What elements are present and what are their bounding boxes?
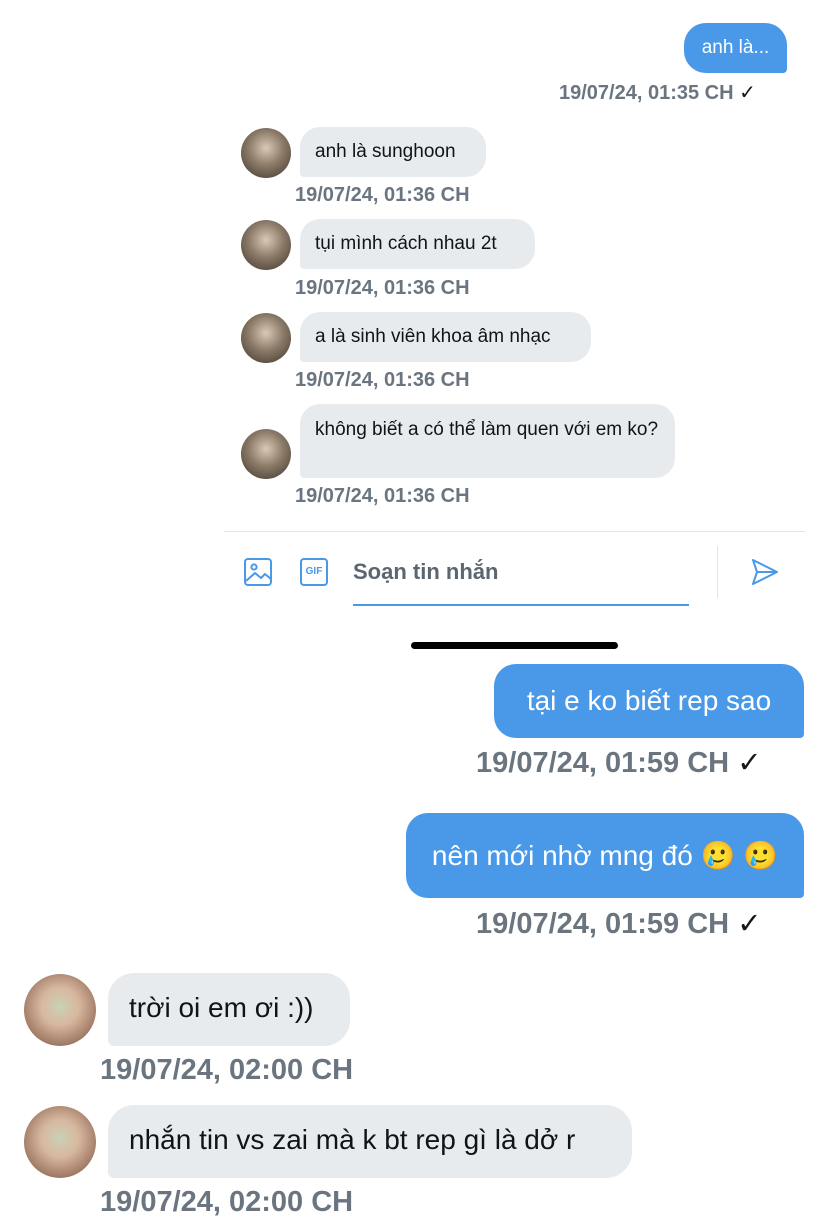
message-timestamp: 19/07/24, 01:36 CH xyxy=(295,277,470,299)
avatar[interactable] xyxy=(241,313,291,363)
message-timestamp: 19/07/24, 01:59 CH ✓ xyxy=(476,747,762,779)
incoming-message-bubble[interactable]: a là sinh viên khoa âm nhạc xyxy=(300,312,591,362)
message-text: nhắn tin vs zai mà k bt rep gì là dở r xyxy=(129,1124,576,1155)
read-check-icon: ✓ xyxy=(737,908,762,940)
gif-icon[interactable]: GIF xyxy=(299,557,329,587)
avatar[interactable] xyxy=(24,974,96,1046)
message-timestamp: 19/07/24, 02:00 CH xyxy=(100,1054,354,1086)
message-text: không biết a có thể làm quen với em ko? xyxy=(315,419,659,440)
composer-separator xyxy=(717,546,718,598)
message-text: tụi mình cách nhau 2t xyxy=(315,233,497,254)
incoming-message-bubble[interactable]: không biết a có thể làm quen với em ko? xyxy=(300,404,675,478)
message-text: anh là sunghoon xyxy=(315,141,456,162)
message-timestamp: 19/07/24, 01:35 CH ✓ xyxy=(559,82,756,104)
avatar[interactable] xyxy=(241,429,291,479)
avatar[interactable] xyxy=(241,220,291,270)
incoming-message-bubble[interactable]: anh là sunghoon xyxy=(300,127,486,177)
outgoing-message-bubble[interactable]: tại e ko biết rep sao xyxy=(494,664,804,738)
message-timestamp: 19/07/24, 01:36 CH xyxy=(295,369,470,391)
outgoing-message-bubble[interactable]: nên mới nhờ mng đó 🥲 🥲 xyxy=(406,813,804,898)
outgoing-message-bubble[interactable]: anh là... xyxy=(684,23,787,73)
home-indicator xyxy=(411,642,618,649)
composer-divider xyxy=(224,531,805,532)
message-text: trời oi em ơi :)) xyxy=(129,992,314,1023)
incoming-message-bubble[interactable]: trời oi em ơi :)) xyxy=(108,973,350,1046)
send-icon[interactable] xyxy=(750,557,780,587)
gif-label: GIF xyxy=(305,566,323,577)
message-timestamp: 19/07/24, 01:36 CH xyxy=(295,184,470,206)
incoming-message-bubble[interactable]: tụi mình cách nhau 2t xyxy=(300,219,535,269)
read-check-icon: ✓ xyxy=(737,747,762,779)
incoming-message-bubble[interactable]: nhắn tin vs zai mà k bt rep gì là dở r xyxy=(108,1105,632,1178)
message-timestamp: 19/07/24, 02:00 CH xyxy=(100,1186,354,1218)
message-timestamp: 19/07/24, 01:59 CH ✓ xyxy=(476,908,762,940)
message-text: a là sinh viên khoa âm nhạc xyxy=(315,326,551,347)
message-text: nên mới nhờ mng đó 🥲 🥲 xyxy=(431,840,779,871)
read-check-icon: ✓ xyxy=(739,82,756,104)
avatar[interactable] xyxy=(24,1106,96,1178)
message-timestamp: 19/07/24, 01:36 CH xyxy=(295,485,470,507)
message-text: tại e ko biết rep sao xyxy=(526,685,772,716)
avatar[interactable] xyxy=(241,128,291,178)
image-icon[interactable] xyxy=(243,557,273,587)
message-input-placeholder: Soạn tin nhắn xyxy=(353,559,499,584)
message-input[interactable]: Soạn tin nhắn xyxy=(353,552,689,606)
message-text: anh là... xyxy=(701,37,770,58)
